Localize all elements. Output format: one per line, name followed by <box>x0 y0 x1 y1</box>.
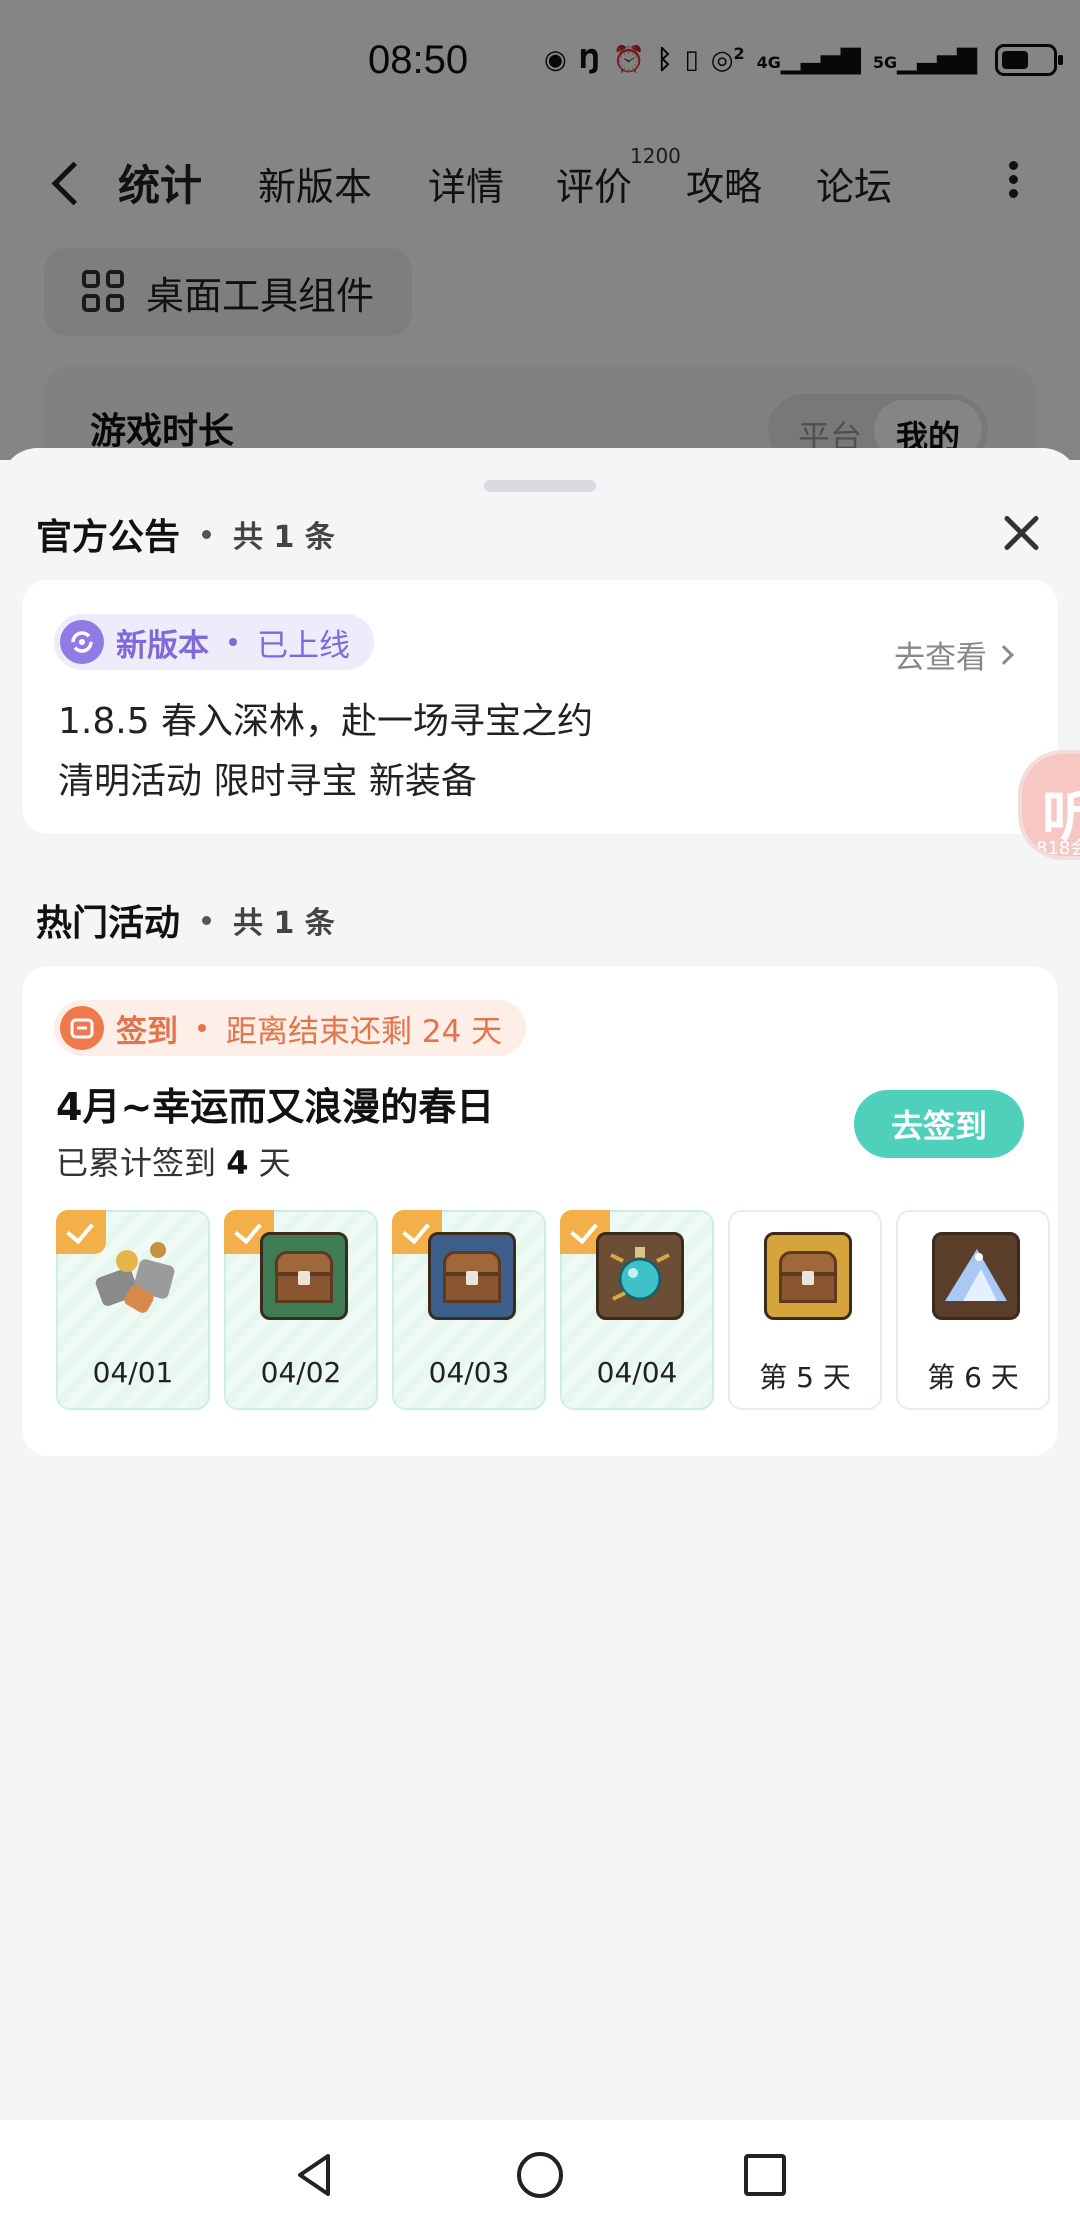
nav-home-icon[interactable] <box>515 2150 565 2200</box>
progress-suffix: 天 <box>248 1144 291 1182</box>
blue-chest-icon <box>428 1232 516 1320</box>
reward-day-3[interactable]: 04/03 <box>392 1210 546 1410</box>
reward-day-1[interactable]: 04/01 <box>56 1210 210 1410</box>
announcements-count: 共 1 条 <box>233 520 335 555</box>
drag-handle[interactable] <box>484 480 596 492</box>
announcement-card[interactable]: 新版本 已上线 去查看 1.8.5 春入深林，赴一场寻宝之约 清明活动 限时寻宝… <box>22 580 1058 834</box>
gold-chest-icon <box>764 1232 852 1320</box>
reward-day-2[interactable]: 04/02 <box>224 1210 378 1410</box>
reward-label: 04/02 <box>260 1356 342 1389</box>
ore-pile-icon <box>92 1232 180 1320</box>
system-nav-bar <box>0 2120 1080 2228</box>
reward-day-4[interactable]: 04/04 <box>560 1210 714 1410</box>
announcements-title: 官方公告 <box>36 517 181 558</box>
view-link-label: 去查看 <box>894 640 987 676</box>
nav-back-icon[interactable] <box>290 2150 340 2200</box>
tag-status: 已上线 <box>257 627 350 664</box>
reward-label: 04/01 <box>92 1356 174 1389</box>
reward-day-6[interactable]: 第 6 天 <box>896 1210 1050 1410</box>
reward-label: 04/04 <box>596 1356 678 1389</box>
chevron-right-icon <box>994 644 1014 665</box>
activity-title: 4月~幸运而又浪漫的春日 <box>56 1085 495 1129</box>
activities-header: 热门活动 共 1 条 <box>36 894 335 946</box>
green-chest-icon <box>260 1232 348 1320</box>
tag-status: 距离结束还剩 24 天 <box>226 1013 503 1050</box>
close-icon[interactable] <box>1000 512 1042 554</box>
view-link[interactable]: 去查看 <box>894 632 1014 677</box>
reward-label: 第 6 天 <box>927 1361 1019 1394</box>
checkin-progress: 已累计签到 4 天 <box>56 1138 291 1184</box>
activities-title: 热门活动 <box>36 903 181 944</box>
checkin-button[interactable]: 去签到 <box>854 1090 1024 1158</box>
potion-flask-icon <box>596 1232 684 1320</box>
reward-row[interactable]: 04/01 04/02 04/03 04/04 第 5 天 第 6 天 <box>56 1210 1058 1414</box>
activity-card[interactable]: 签到 距离结束还剩 24 天 4月~幸运而又浪漫的春日 已累计签到 4 天 去签… <box>22 966 1058 1456</box>
reward-label: 第 5 天 <box>759 1361 851 1394</box>
activities-count: 共 1 条 <box>233 906 335 941</box>
progress-prefix: 已累计签到 <box>56 1144 227 1182</box>
nav-recent-apps-icon[interactable] <box>740 2150 790 2200</box>
tag-name: 签到 <box>116 1013 178 1050</box>
tag-dot <box>229 638 237 646</box>
crystal-pile-icon <box>932 1232 1020 1320</box>
checkin-tag: 签到 距离结束还剩 24 天 <box>54 1000 527 1056</box>
announcement-line-2: 清明活动 限时寻宝 新装备 <box>58 761 477 802</box>
calendar-icon <box>60 1006 104 1050</box>
separator-dot <box>202 915 212 925</box>
dim-overlay[interactable] <box>0 0 1080 460</box>
progress-days: 4 <box>226 1144 249 1182</box>
bottom-sheet: 官方公告 共 1 条 新版本 已上线 去查看 1.8.5 春入深林，赴一场寻宝之… <box>0 448 1080 2120</box>
announcements-header: 官方公告 共 1 条 <box>36 508 335 560</box>
reward-day-5[interactable]: 第 5 天 <box>728 1210 882 1410</box>
tag-dot <box>198 1024 206 1032</box>
floating-bubble[interactable]: 听 818会 <box>1018 750 1080 860</box>
separator-dot <box>202 529 212 539</box>
reward-label: 04/03 <box>428 1356 510 1389</box>
announcement-line-1: 1.8.5 春入深林，赴一场寻宝之约 <box>58 701 594 742</box>
tag-name: 新版本 <box>116 627 209 664</box>
new-version-tag: 新版本 已上线 <box>54 614 374 670</box>
refresh-icon <box>60 620 104 664</box>
